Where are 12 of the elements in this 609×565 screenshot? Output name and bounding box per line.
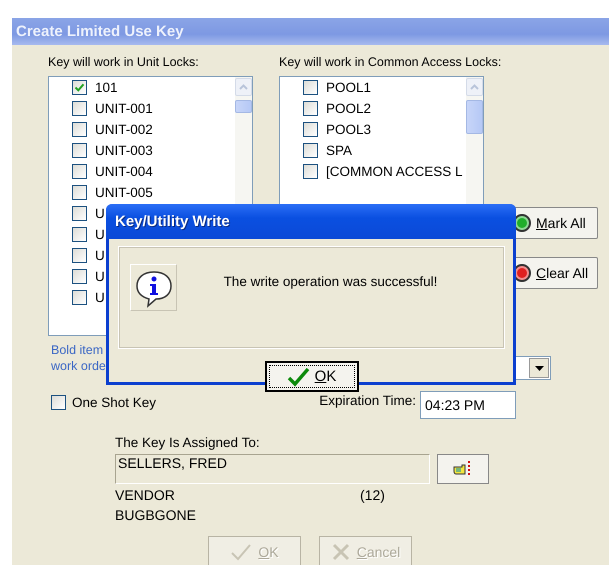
note-text: Bold item bbox=[51, 342, 104, 358]
expiration-time-label: Expiration Time: bbox=[319, 392, 416, 410]
note-text: work orde bbox=[51, 358, 106, 374]
assignee-company: BUGBGONE bbox=[115, 506, 197, 525]
list-label: Key will work in Unit Locks: bbox=[48, 54, 199, 70]
dialog-title: Key/Utility Write bbox=[115, 213, 230, 230]
dialog-message: The write operation was successful! bbox=[222, 274, 438, 289]
assigned-label: The Key Is Assigned To: bbox=[115, 435, 261, 451]
window-title: Create Limited Use Key bbox=[16, 23, 184, 40]
assignee-type: VENDOR bbox=[115, 486, 176, 505]
list-label: Key will work in Common Access Locks: bbox=[279, 54, 502, 70]
assignee-count: (12) bbox=[360, 486, 385, 505]
